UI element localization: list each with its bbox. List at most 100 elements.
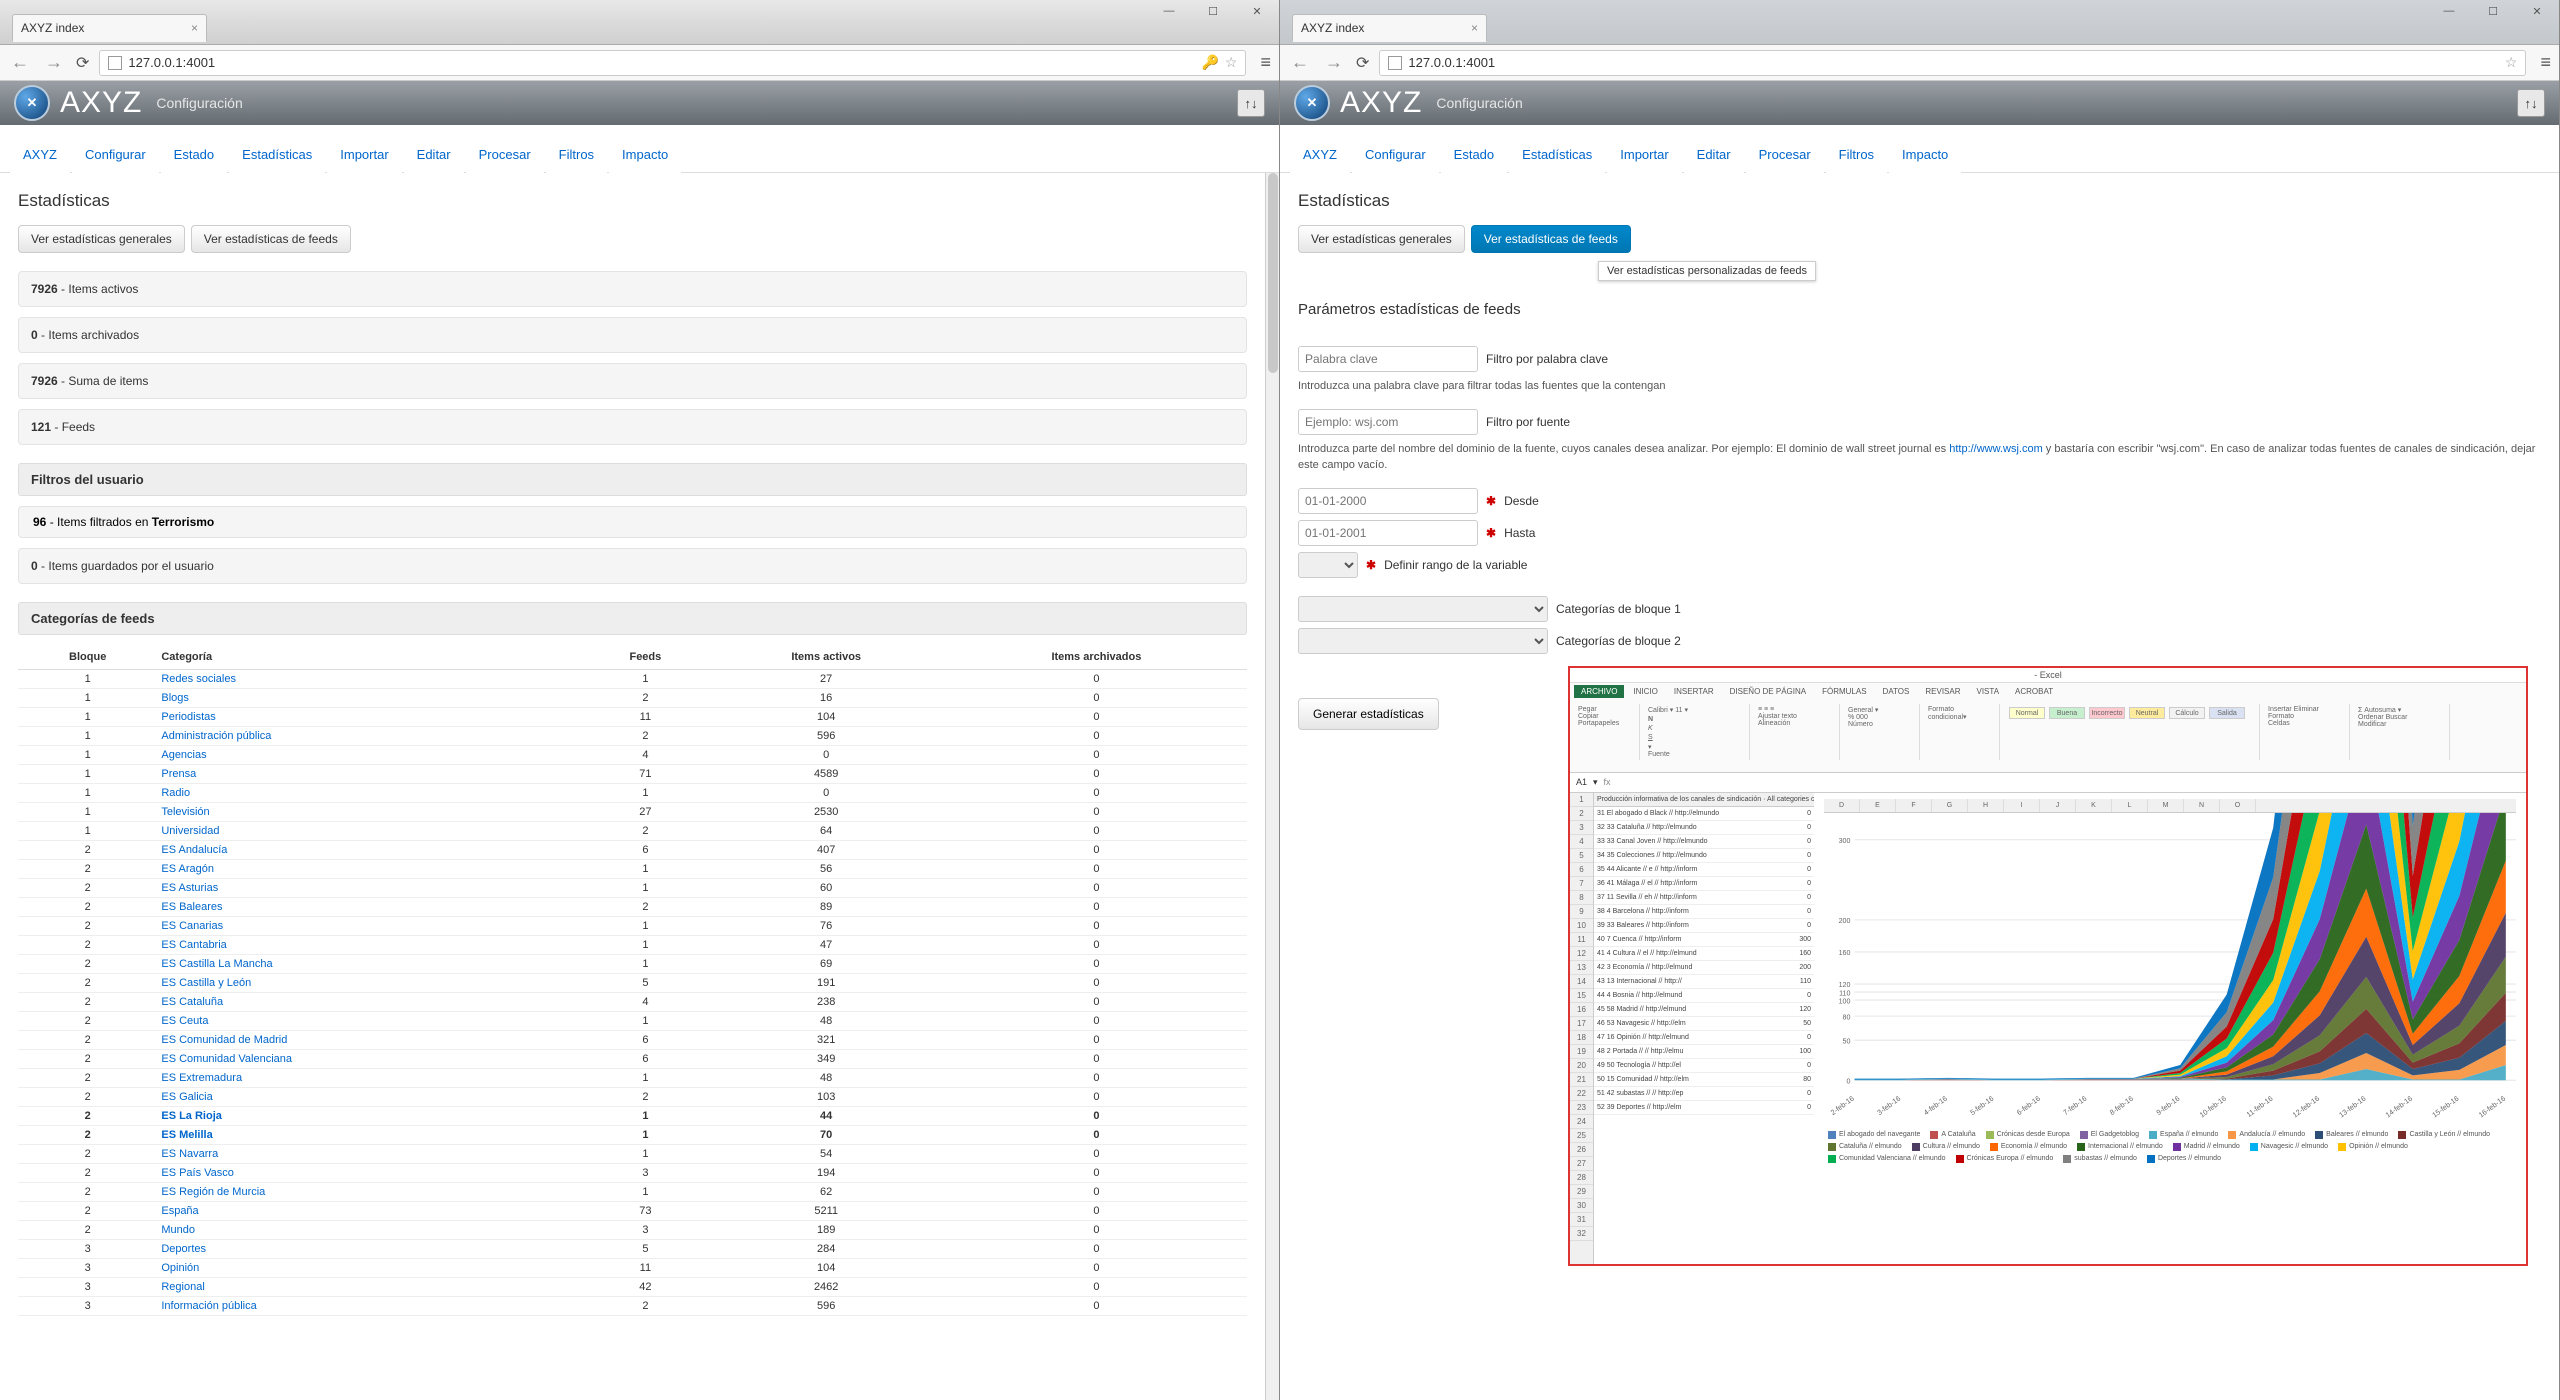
category-link[interactable]: ES Melilla [161, 1129, 212, 1141]
view-feed-stats-button[interactable]: Ver estadísticas de feeds [191, 225, 351, 253]
category-link[interactable]: Agencias [161, 749, 206, 761]
nav-tab-axyz[interactable]: AXYZ [10, 136, 70, 173]
category-link[interactable]: Administración pública [161, 730, 271, 742]
category-link[interactable]: Periodistas [161, 711, 215, 723]
address-bar[interactable]: 127.0.0.1:4001 🔑☆ [99, 50, 1246, 76]
category-link[interactable]: España [161, 1205, 198, 1217]
range-select[interactable] [1298, 552, 1358, 578]
nav-tab-configurar[interactable]: Configurar [72, 136, 159, 173]
window-minimize-icon[interactable]: — [2427, 0, 2471, 22]
category-link[interactable]: ES País Vasco [161, 1167, 234, 1179]
category-link[interactable]: Radio [161, 787, 190, 799]
category-link[interactable]: Mundo [161, 1224, 195, 1236]
date-to-input[interactable] [1298, 520, 1478, 546]
category-link[interactable]: ES Comunidad Valenciana [161, 1053, 292, 1065]
reload-icon[interactable]: ⟳ [76, 53, 89, 73]
category-link[interactable]: ES Extremadura [161, 1072, 242, 1084]
block1-select[interactable] [1298, 596, 1548, 622]
close-tab-icon[interactable]: × [191, 21, 198, 35]
category-link[interactable]: ES Baleares [161, 901, 222, 913]
view-general-stats-button[interactable]: Ver estadísticas generales [18, 225, 185, 253]
date-from-input[interactable] [1298, 488, 1478, 514]
nav-tab-estadísticas[interactable]: Estadísticas [229, 136, 325, 173]
category-link[interactable]: ES Aragón [161, 863, 214, 875]
category-link[interactable]: ES Navarra [161, 1148, 218, 1160]
nav-tab-importar[interactable]: Importar [327, 136, 401, 173]
nav-tab-filtros[interactable]: Filtros [546, 136, 607, 173]
generate-stats-button[interactable]: Generar estadísticas [1298, 698, 1439, 730]
keyword-input[interactable] [1298, 346, 1478, 372]
category-link[interactable]: ES Castilla La Mancha [161, 958, 272, 970]
menu-icon[interactable]: ≡ [1256, 52, 1271, 73]
svg-text:12-feb-16: 12-feb-16 [2291, 1093, 2321, 1119]
bookmark-icon[interactable]: ☆ [1225, 54, 1238, 71]
svg-text:200: 200 [1839, 915, 1851, 924]
table-row: 2ES Extremadura1480 [18, 1069, 1247, 1088]
legend-item: Comunidad Valenciana // elmundo [1828, 1155, 1946, 1163]
block2-select[interactable] [1298, 628, 1548, 654]
category-link[interactable]: Televisión [161, 806, 209, 818]
svg-text:50: 50 [1843, 1036, 1851, 1045]
nav-tab-editar[interactable]: Editar [404, 136, 464, 173]
close-tab-icon[interactable]: × [1471, 21, 1478, 35]
scrollbar[interactable] [1265, 173, 1279, 1400]
forward-icon[interactable]: → [42, 52, 66, 73]
reload-icon[interactable]: ⟳ [1356, 53, 1369, 73]
nav-tab-axyz[interactable]: AXYZ [1290, 136, 1350, 173]
category-link[interactable]: ES Cataluña [161, 996, 223, 1008]
address-bar[interactable]: 127.0.0.1:4001 ☆ [1379, 50, 2526, 76]
category-link[interactable]: ES Ceuta [161, 1015, 208, 1027]
category-link[interactable]: Regional [161, 1281, 204, 1293]
category-link[interactable]: ES Comunidad de Madrid [161, 1034, 287, 1046]
required-icon: ✱ [1366, 558, 1376, 572]
nav-tab-estado[interactable]: Estado [161, 136, 227, 173]
back-icon[interactable]: ← [1288, 52, 1312, 73]
nav-tab-filtros[interactable]: Filtros [1826, 136, 1887, 173]
sort-icon[interactable]: ↑↓ [1237, 89, 1265, 117]
category-link[interactable]: Prensa [161, 768, 196, 780]
view-feed-stats-button[interactable]: Ver estadísticas de feeds [1471, 225, 1631, 253]
category-link[interactable]: ES La Rioja [161, 1110, 222, 1122]
browser-tab[interactable]: AXYZ index × [12, 14, 207, 42]
nav-tab-estadísticas[interactable]: Estadísticas [1509, 136, 1605, 173]
category-link[interactable]: ES Cantabria [161, 939, 226, 951]
menu-icon[interactable]: ≡ [2536, 52, 2551, 73]
window-close-icon[interactable]: ✕ [2515, 0, 2559, 22]
window-close-icon[interactable]: ✕ [1235, 0, 1279, 22]
window-minimize-icon[interactable]: — [1147, 0, 1191, 22]
category-link[interactable]: Redes sociales [161, 673, 236, 685]
excel-data-row: 48 2 Portada // // http://elmu100 [1594, 1045, 1814, 1059]
col-activos: Items activos [707, 645, 946, 670]
category-link[interactable]: ES Canarias [161, 920, 223, 932]
category-link[interactable]: Deportes [161, 1243, 206, 1255]
nav-tab-configurar[interactable]: Configurar [1352, 136, 1439, 173]
category-link[interactable]: Universidad [161, 825, 219, 837]
nav-tab-estado[interactable]: Estado [1441, 136, 1507, 173]
bookmark-icon[interactable]: ☆ [2505, 54, 2518, 71]
source-input[interactable] [1298, 409, 1478, 435]
window-maximize-icon[interactable]: ☐ [1191, 0, 1235, 22]
nav-tab-procesar[interactable]: Procesar [466, 136, 544, 173]
browser-tab[interactable]: AXYZ index × [1292, 14, 1487, 42]
category-link[interactable]: Blogs [161, 692, 189, 704]
view-general-stats-button[interactable]: Ver estadísticas generales [1298, 225, 1465, 253]
category-link[interactable]: ES Galicia [161, 1091, 212, 1103]
back-icon[interactable]: ← [8, 52, 32, 73]
category-link[interactable]: Opinión [161, 1262, 199, 1274]
category-link[interactable]: ES Andalucía [161, 844, 227, 856]
nav-tab-procesar[interactable]: Procesar [1746, 136, 1824, 173]
category-link[interactable]: ES Castilla y León [161, 977, 251, 989]
table-row: 3Deportes52840 [18, 1240, 1247, 1259]
category-link[interactable]: ES Región de Murcia [161, 1186, 265, 1198]
category-link[interactable]: ES Asturias [161, 882, 218, 894]
category-link[interactable]: Información pública [161, 1300, 256, 1312]
nav-tab-impacto[interactable]: Impacto [609, 136, 681, 173]
table-row: 3Información pública25960 [18, 1297, 1247, 1316]
nav-tab-editar[interactable]: Editar [1684, 136, 1744, 173]
window-maximize-icon[interactable]: ☐ [2471, 0, 2515, 22]
forward-icon[interactable]: → [1322, 52, 1346, 73]
sort-icon[interactable]: ↑↓ [2517, 89, 2545, 117]
source-hint-link[interactable]: http://www.wsj.com [1949, 443, 2043, 455]
nav-tab-impacto[interactable]: Impacto [1889, 136, 1961, 173]
nav-tab-importar[interactable]: Importar [1607, 136, 1681, 173]
